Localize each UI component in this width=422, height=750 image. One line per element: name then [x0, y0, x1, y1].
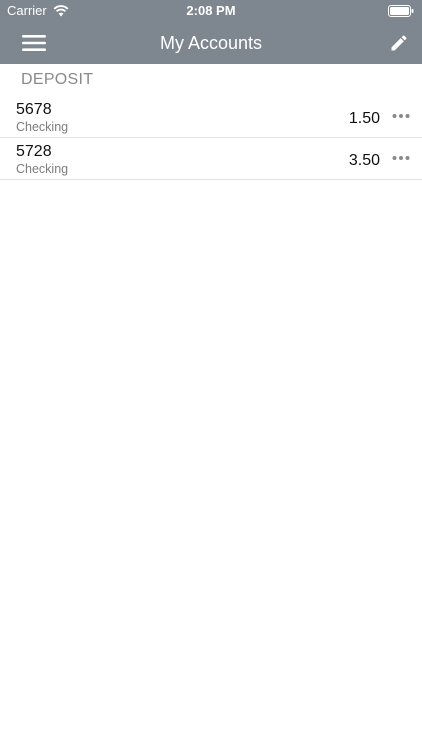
status-time: 2:08 PM: [186, 3, 236, 18]
pencil-edit-icon: [391, 35, 407, 51]
account-type: Checking: [16, 120, 69, 134]
status-bar: Carrier 2:08 PM: [0, 0, 422, 22]
more-horizontal-icon: [392, 156, 410, 160]
account-row[interactable]: 5728 Checking 3.50: [0, 138, 422, 180]
edit-button[interactable]: [384, 28, 414, 58]
account-type: Checking: [16, 162, 69, 176]
navigation-bar: My Accounts: [0, 22, 422, 64]
account-number: 5678: [16, 101, 52, 118]
account-number: 5728: [16, 143, 52, 160]
battery-icon: [388, 5, 414, 17]
app-header: Carrier 2:08 PM My Accounts: [0, 0, 422, 64]
section-header-deposit: DEPOSIT: [21, 71, 94, 88]
more-options-button[interactable]: [388, 148, 414, 168]
account-balance: 1.50: [348, 110, 380, 127]
more-horizontal-icon: [392, 114, 410, 118]
more-options-button[interactable]: [388, 106, 414, 126]
account-balance: 3.50: [348, 152, 380, 169]
account-row[interactable]: 5678 Checking 1.50: [0, 96, 422, 138]
page-title: My Accounts: [159, 33, 263, 53]
